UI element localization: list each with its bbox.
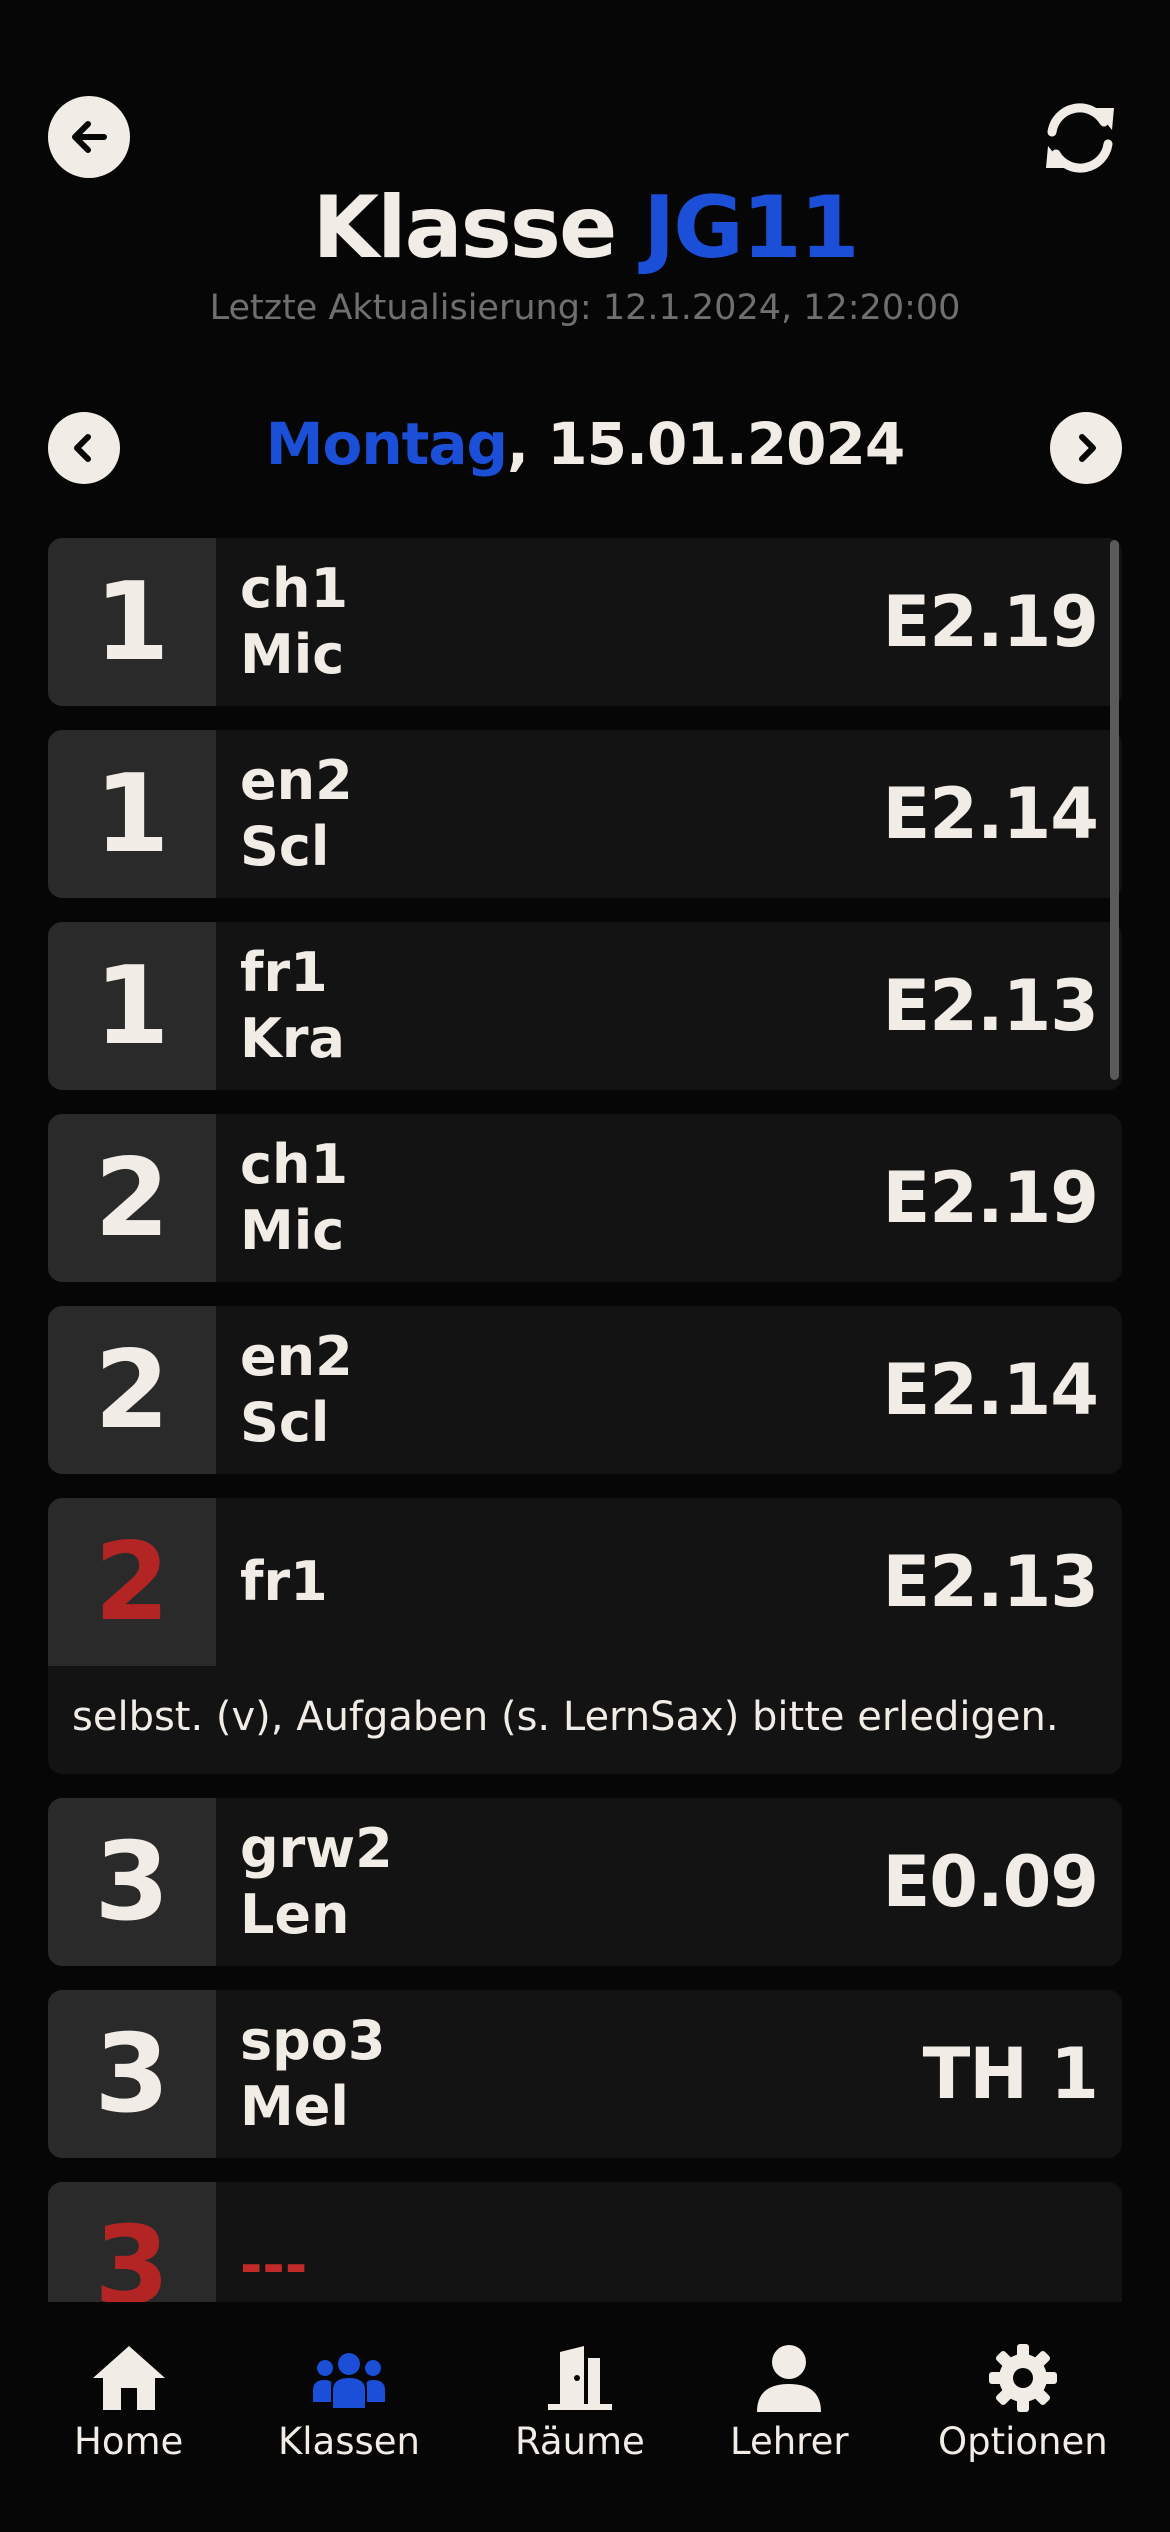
period-number: 3	[48, 1798, 216, 1966]
subject-label: fr1	[240, 941, 328, 1004]
subject-label: grw2	[240, 1817, 393, 1880]
period-number: 1	[48, 922, 216, 1090]
lesson-card[interactable]: 1 fr1 Kra E2.13	[48, 922, 1122, 1090]
nav-options[interactable]: Optionen	[938, 2342, 1108, 2463]
room-label: E2.13	[882, 965, 1099, 1047]
teacher-label: Scl	[240, 815, 330, 878]
nav-home[interactable]: Home	[74, 2342, 183, 2463]
teacher-label: Mel	[240, 2075, 349, 2138]
subject-label: spo3	[240, 2009, 386, 2072]
weekday-label: Montag	[265, 410, 508, 478]
period-number: 1	[48, 730, 216, 898]
nav-home-label: Home	[74, 2420, 184, 2463]
lesson-card[interactable]: 1 ch1 Mic E2.19	[48, 538, 1122, 706]
arrow-left-icon	[72, 121, 107, 153]
room-label: TH 1	[922, 2033, 1099, 2115]
nav-teachers[interactable]: Lehrer	[730, 2342, 849, 2463]
room-label: E2.14	[882, 1349, 1099, 1431]
teacher-label: Len	[240, 1883, 350, 1946]
room-label: E2.14	[882, 773, 1099, 855]
teacher-label: Scl	[240, 1391, 330, 1454]
period-number: 2	[48, 1498, 216, 1666]
home-icon	[92, 2346, 165, 2410]
nav-classes-label: Klassen	[278, 2420, 420, 2463]
lesson-card[interactable]: 3 spo3 Mel TH 1	[48, 1990, 1122, 2158]
teacher-label: Mic	[240, 1199, 345, 1262]
refresh-button[interactable]	[1036, 94, 1124, 182]
nav-rooms[interactable]: Räume	[515, 2342, 645, 2463]
lesson-note: selbst. (v), Aufgaben (s. LernSax) bitte…	[72, 1694, 1059, 1740]
chevron-right-icon	[1079, 434, 1096, 462]
nav-options-label: Optionen	[938, 2420, 1108, 2463]
subject-label: ch1	[240, 1133, 349, 1196]
lesson-card[interactable]: 2 en2 Scl E2.14	[48, 1306, 1122, 1474]
period-number: 3	[48, 1990, 216, 2158]
period-number: 2	[48, 1114, 216, 1282]
bottom-navigation: Home Klassen Räume Lehrer Optionen	[0, 2302, 1170, 2532]
subject-label: ---	[240, 2234, 308, 2297]
lesson-card[interactable]: 1 en2 Scl E2.14	[48, 730, 1122, 898]
refresh-icon	[1046, 103, 1114, 173]
list-scrollbar[interactable]	[1110, 540, 1119, 1080]
title-class: JG11	[643, 178, 859, 278]
lesson-card-changed[interactable]: 2 fr1 E2.13 selbst. (v), Aufgaben (s. Le…	[48, 1498, 1122, 1774]
last-update-text: Letzte Aktualisierung: 12.1.2024, 12:20:…	[209, 288, 961, 328]
nav-teachers-label: Lehrer	[730, 2420, 849, 2463]
page-title: Klasse JG11	[0, 178, 1170, 278]
teacher-label: Mic	[240, 623, 345, 686]
timetable-screen: Klasse JG11 Letzte Aktualisierung: 12.1.…	[0, 0, 1170, 2532]
subject-label: en2	[240, 1325, 353, 1388]
date-display: Montag, 15.01.2024	[0, 410, 1170, 478]
door-icon	[547, 2346, 612, 2410]
lesson-card[interactable]: 3 grw2 Len E0.09	[48, 1798, 1122, 1966]
user-icon	[757, 2345, 822, 2412]
next-day-button[interactable]	[1050, 412, 1122, 484]
period-number: 3	[48, 2182, 216, 2302]
lesson-list[interactable]: 1 ch1 Mic E2.19 1 en2 Scl E2.14 1 fr1 Kr…	[48, 538, 1122, 2302]
lesson-card[interactable]: 2 ch1 Mic E2.19	[48, 1114, 1122, 1282]
room-label: E2.19	[882, 581, 1099, 663]
period-number: 2	[48, 1306, 216, 1474]
nav-rooms-label: Räume	[515, 2420, 645, 2463]
lesson-card-cancelled[interactable]: 3 ---	[48, 2182, 1122, 2302]
gear-icon	[988, 2344, 1057, 2412]
nav-classes[interactable]: Klassen	[278, 2342, 420, 2463]
title-prefix: Klasse	[312, 178, 644, 278]
room-label: E2.13	[882, 1541, 1099, 1623]
subject-label: en2	[240, 749, 353, 812]
date-label: , 15.01.2024	[507, 410, 905, 478]
teacher-label: Kra	[240, 1007, 345, 1070]
back-button[interactable]	[48, 96, 130, 178]
room-label: E0.09	[882, 1841, 1099, 1923]
period-number: 1	[48, 538, 216, 706]
users-icon	[312, 2353, 385, 2408]
subject-label: ch1	[240, 557, 349, 620]
room-label: E2.19	[882, 1157, 1099, 1239]
subject-label: fr1	[240, 1550, 328, 1613]
